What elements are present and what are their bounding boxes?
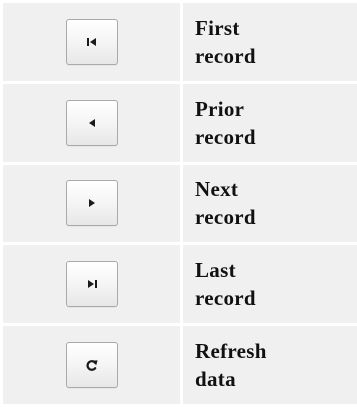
prior-record-icon — [88, 118, 95, 127]
label-line-1: First — [195, 15, 240, 40]
navigator-buttons-table: First record Prior record Next record La… — [0, 0, 357, 407]
first-record-button[interactable] — [65, 18, 118, 65]
button-cell — [3, 326, 180, 404]
label-line-2: record — [195, 205, 256, 230]
refresh-icon — [86, 360, 98, 371]
label-line-1: Last — [195, 258, 236, 283]
label-line-2: record — [195, 286, 256, 311]
button-cell — [3, 83, 180, 162]
table-row: First record — [3, 3, 357, 81]
button-description: Prior record — [183, 83, 357, 162]
button-description: Refresh data — [183, 326, 357, 404]
next-record-button[interactable] — [65, 180, 118, 227]
first-record-icon — [86, 37, 96, 46]
label-line-2: data — [195, 367, 236, 392]
label-line-1: Next — [195, 177, 239, 202]
button-cell — [3, 164, 180, 243]
button-description: Last record — [183, 245, 357, 324]
table-row: Last record — [3, 245, 357, 324]
button-description: Next record — [183, 164, 357, 243]
label-line-2: record — [195, 124, 256, 149]
button-description: First record — [183, 3, 357, 81]
last-record-icon — [87, 280, 97, 289]
label-line-1: Refresh — [195, 339, 267, 364]
prior-record-button[interactable] — [65, 99, 118, 146]
label-line-2: record — [195, 43, 256, 68]
button-cell — [3, 3, 180, 81]
table-row: Prior record — [3, 83, 357, 162]
next-record-icon — [88, 199, 95, 208]
refresh-button[interactable] — [65, 342, 118, 389]
table-row: Refresh data — [3, 326, 357, 404]
button-cell — [3, 245, 180, 324]
table-row: Next record — [3, 164, 357, 243]
label-line-1: Prior — [195, 96, 245, 121]
last-record-button[interactable] — [65, 261, 118, 308]
